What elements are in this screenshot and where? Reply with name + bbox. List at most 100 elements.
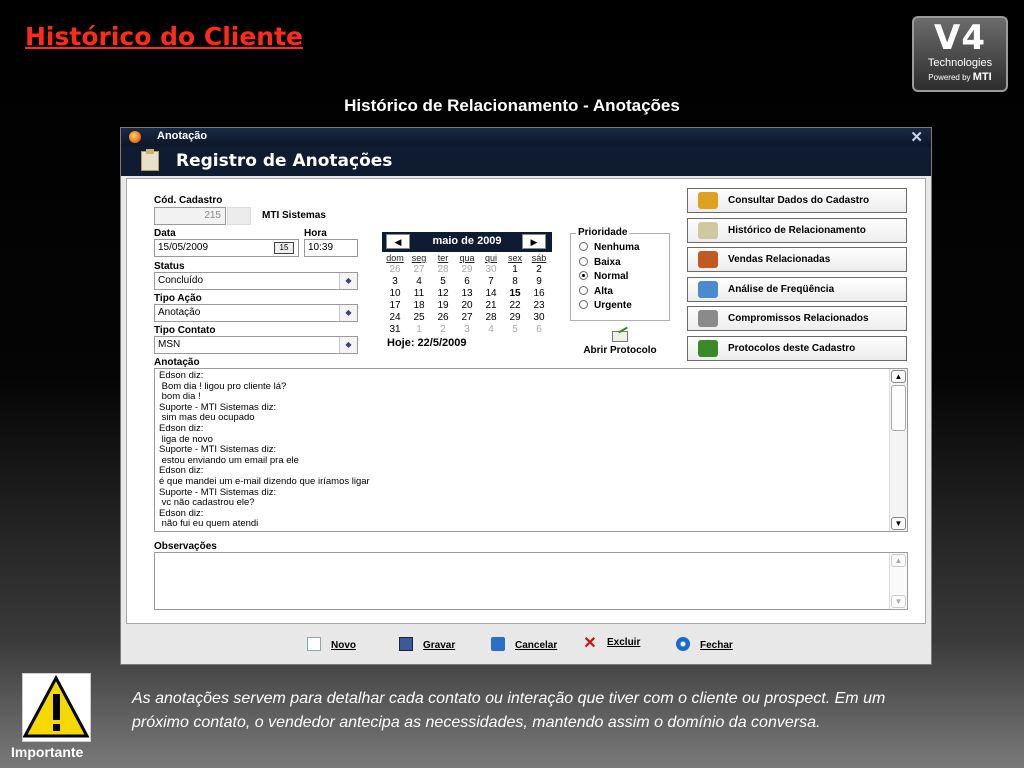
cancelar-button[interactable]: Cancelar [491, 637, 557, 651]
calendar-day[interactable]: 2 [431, 324, 455, 336]
anotacao-textarea[interactable]: Edson diz: Bom dia ! ligou pro cliente l… [154, 368, 908, 532]
calendar-day[interactable]: 2 [527, 264, 551, 276]
obs-scrollbar[interactable]: ▲ ▼ [889, 553, 907, 609]
consultar-dados-button[interactable]: Consultar Dados do Cadastro [687, 188, 907, 213]
cancelar-label: Cancelar [515, 640, 558, 651]
note-line: vc não cadastrou ele? [159, 497, 255, 509]
hora-field[interactable]: 10:39 [304, 239, 358, 257]
scroll-down-icon[interactable]: ▼ [891, 595, 906, 608]
calendar-day[interactable]: 28 [479, 312, 503, 324]
cod-lookup-box[interactable] [227, 207, 251, 225]
calendar-day[interactable]: 27 [407, 264, 431, 276]
calendar-day[interactable]: 5 [431, 276, 455, 288]
calendar-day[interactable]: 28 [431, 264, 455, 276]
priority-radio-nenhuma[interactable]: Nenhuma [579, 242, 640, 253]
compromissos-relacionados-button[interactable]: Compromissos Relacionados [687, 306, 907, 331]
protocolos-cadastro-button[interactable]: Protocolos deste Cadastro [687, 335, 907, 361]
priority-radio-normal[interactable]: Normal [579, 271, 628, 282]
close-icon[interactable]: ✕ [910, 128, 923, 146]
scroll-thumb[interactable] [891, 385, 906, 431]
fechar-button[interactable]: Fechar [676, 637, 733, 651]
calendar-day[interactable]: 13 [455, 288, 479, 300]
calendar-day[interactable]: 29 [503, 312, 527, 324]
status-label: Status [154, 261, 185, 272]
calendar-day[interactable]: 15 [503, 288, 527, 300]
calendar-day[interactable]: 18 [407, 300, 431, 312]
calendar-day[interactable]: 3 [383, 276, 407, 288]
protocols-icon [698, 339, 718, 357]
exit-icon [676, 637, 690, 651]
excluir-button[interactable]: ✕ Excluir [583, 636, 641, 652]
description-text: As anotações servem para detalhar cada c… [132, 690, 886, 731]
calendar-day[interactable]: 23 [527, 300, 551, 312]
calendar-day[interactable]: 3 [455, 324, 479, 336]
calendar-day[interactable]: 6 [527, 324, 551, 336]
radio-circle[interactable] [579, 285, 588, 295]
calendar-day[interactable]: 8 [503, 276, 527, 288]
calendar-day[interactable]: 11 [407, 288, 431, 300]
calendar-day[interactable]: 9 [527, 276, 551, 288]
gravar-button[interactable]: Gravar [399, 637, 455, 651]
calendar-today[interactable]: Hoje: 22/5/2009 [387, 337, 552, 349]
calendar-day[interactable]: 22 [503, 300, 527, 312]
tipo-contato-select[interactable]: MSN ◆ [154, 336, 358, 354]
radio-circle[interactable] [579, 271, 588, 280]
calendar-day[interactable]: 19 [431, 300, 455, 312]
scroll-up-icon[interactable]: ▲ [891, 554, 906, 567]
excluir-label: Excluir [607, 637, 641, 648]
analise-frequencia-button[interactable]: Análise de Freqüência [687, 276, 907, 302]
app-icon [129, 131, 141, 143]
data-field[interactable]: 15/05/2009 15 [154, 239, 299, 257]
logo-brand: MTI [972, 71, 992, 83]
calendar-day[interactable]: 30 [479, 264, 503, 276]
abrir-protocolo-button[interactable]: Abrir Protocolo [570, 331, 670, 356]
vendas-relacionadas-button[interactable]: Vendas Relacionadas [687, 247, 907, 272]
chevron-down-icon[interactable]: ◆ [339, 273, 357, 289]
scroll-down-icon[interactable]: ▼ [891, 517, 906, 530]
calendar-day[interactable]: 16 [527, 288, 551, 300]
logo-technologies: Technologies [927, 57, 993, 69]
compromissos-relacionados-label: Compromissos Relacionados [728, 313, 869, 324]
calendar-day[interactable]: 29 [455, 264, 479, 276]
calendar-icon[interactable]: 15 [274, 242, 294, 254]
next-month-button[interactable]: ▶ [522, 234, 546, 249]
scroll-up-icon[interactable]: ▲ [891, 370, 906, 383]
notes-scrollbar[interactable]: ▲ ▼ [889, 369, 907, 531]
chevron-down-icon[interactable]: ◆ [339, 305, 357, 321]
calendar-day[interactable]: 25 [407, 312, 431, 324]
calendar-day[interactable]: 4 [407, 276, 431, 288]
novo-button[interactable]: Novo [307, 637, 356, 651]
radio-circle[interactable] [579, 300, 588, 309]
calendar-day[interactable]: 7 [479, 276, 503, 288]
chevron-down-icon[interactable]: ◆ [339, 337, 357, 353]
note-line: Edson diz: [159, 507, 204, 519]
calendar-day[interactable]: 1 [407, 324, 431, 336]
calendar-day[interactable]: 10 [383, 288, 407, 300]
historico-relacionamento-button[interactable]: Histórico de Relacionamento [687, 217, 907, 243]
analise-frequencia-label: Análise de Freqüência [728, 283, 835, 295]
calendar-day[interactable]: 24 [383, 312, 407, 324]
calendar-day[interactable]: 26 [431, 312, 455, 324]
tipo-acao-select[interactable]: Anotação ◆ [154, 304, 358, 322]
calendar-day[interactable]: 26 [383, 264, 407, 276]
observacoes-textarea[interactable]: ▲ ▼ [154, 552, 908, 610]
radio-circle[interactable] [579, 242, 588, 251]
radio-circle[interactable] [579, 256, 588, 266]
status-select[interactable]: Concluído ◆ [154, 272, 358, 290]
calendar-day[interactable]: 6 [455, 276, 479, 288]
calendar-day[interactable]: 4 [479, 324, 503, 336]
calendar-day[interactable]: 1 [503, 264, 527, 276]
priority-radio-urgente[interactable]: Urgente [579, 300, 632, 311]
priority-radio-baixa[interactable]: Baixa [579, 256, 621, 268]
priority-radio-alta[interactable]: Alta [579, 285, 613, 297]
calendar-day[interactable]: 5 [503, 324, 527, 336]
calendar-day[interactable]: 30 [527, 312, 551, 324]
calendar-day[interactable]: 31 [383, 324, 407, 336]
calendar-day[interactable]: 20 [455, 300, 479, 312]
calendar-day[interactable]: 21 [479, 300, 503, 312]
calendar-day[interactable]: 17 [383, 300, 407, 312]
calendar-day[interactable]: 14 [479, 288, 503, 300]
calendar-day[interactable]: 12 [431, 288, 455, 300]
calendar-day[interactable]: 27 [455, 312, 479, 324]
prev-month-button[interactable]: ◀ [386, 234, 410, 249]
